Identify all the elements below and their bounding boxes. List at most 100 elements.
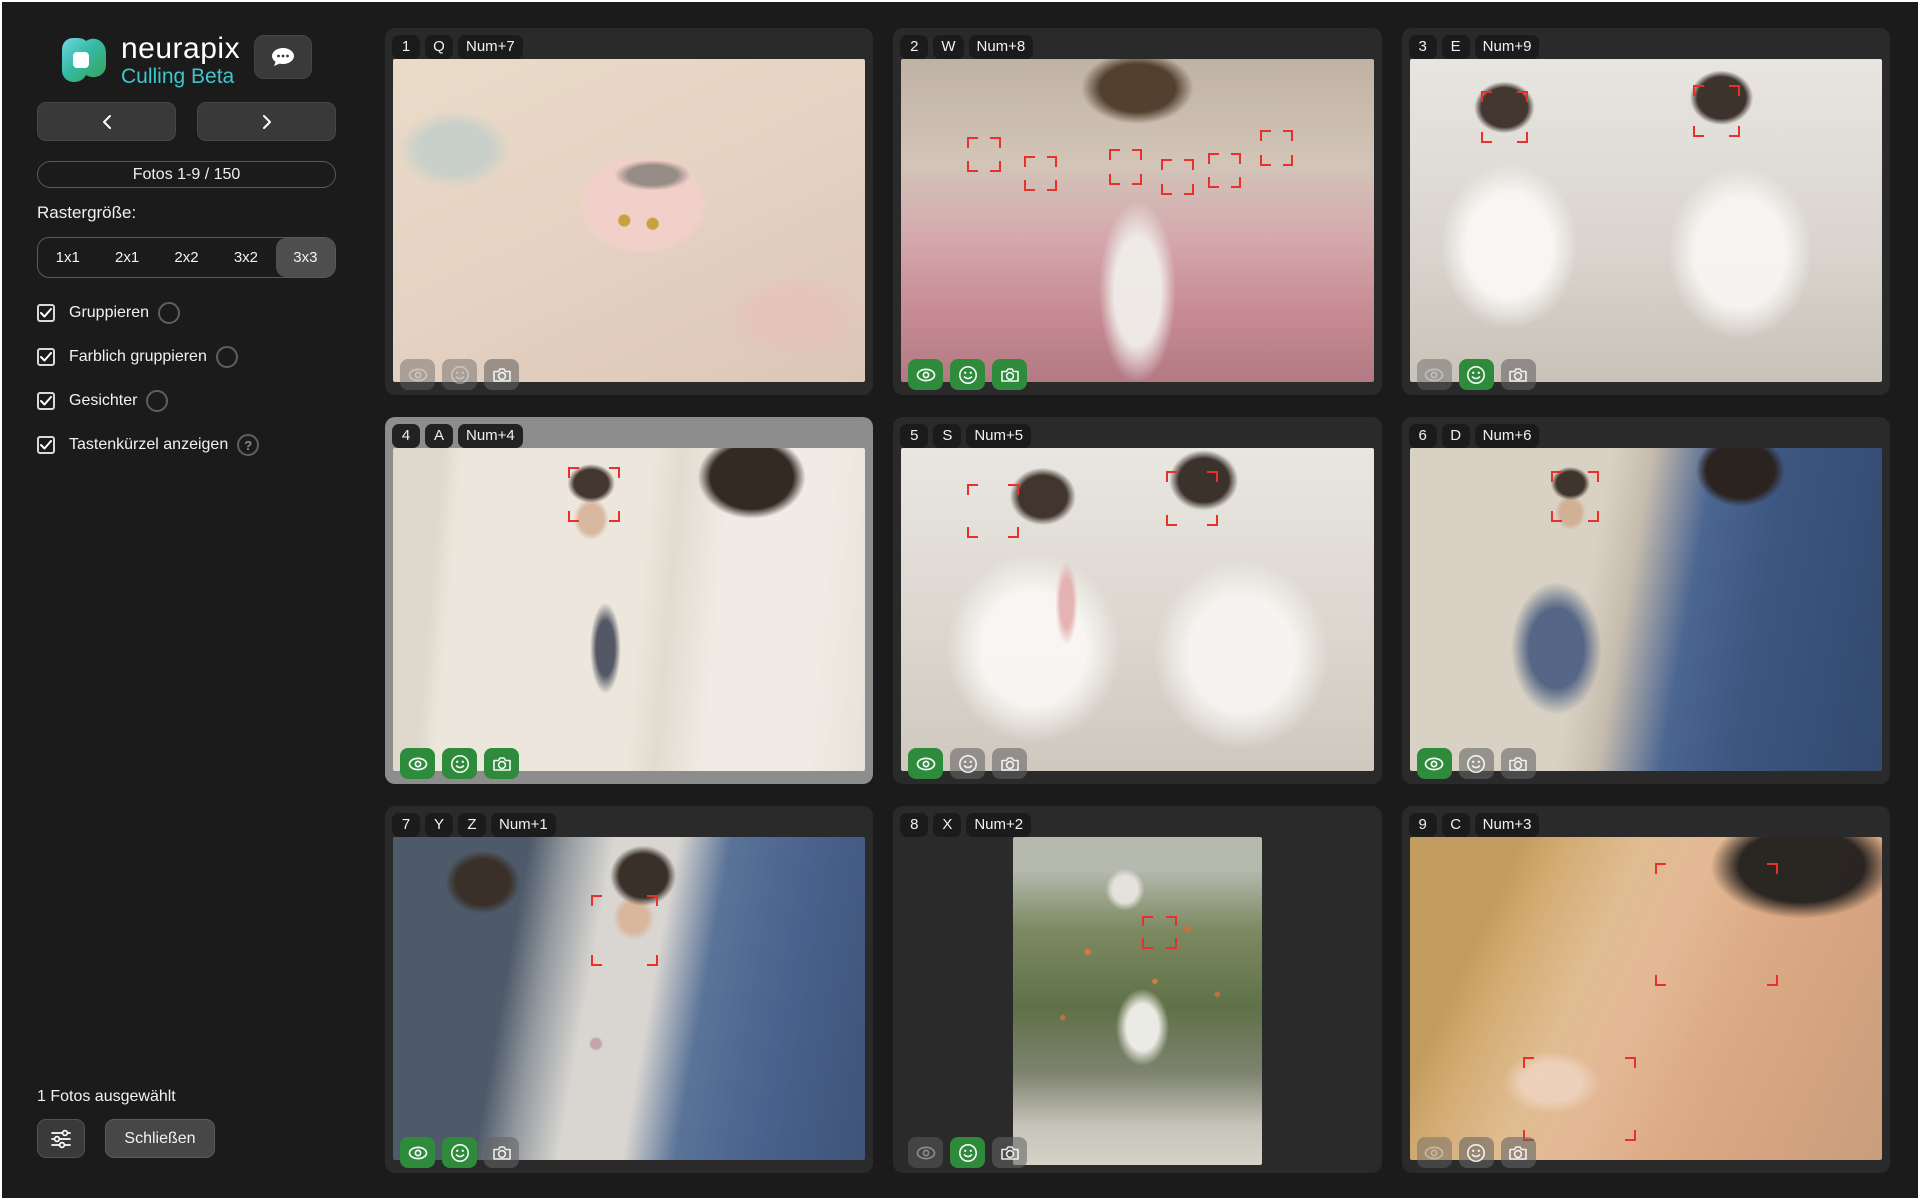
seen-toggle-button[interactable] <box>400 359 435 390</box>
faces-ok-toggle-button[interactable] <box>950 1137 985 1168</box>
camera-icon <box>999 365 1021 384</box>
shortcut-badge: 4 <box>392 424 420 448</box>
technical-ok-toggle-button[interactable] <box>1501 1137 1536 1168</box>
photo-card[interactable]: 9CNum+3 <box>1402 806 1890 1173</box>
next-page-button[interactable] <box>197 102 336 141</box>
checkbox[interactable] <box>37 436 55 454</box>
faces-ok-toggle-button[interactable] <box>442 359 477 390</box>
shortcut-badge: Z <box>458 813 486 837</box>
technical-ok-toggle-button[interactable] <box>484 748 519 779</box>
shortcut-badges: 5SNum+5 <box>900 424 1031 448</box>
previous-page-button[interactable] <box>37 102 176 141</box>
technical-ok-toggle-button[interactable] <box>1501 359 1536 390</box>
photo-card[interactable]: 3ENum+9 <box>1402 28 1890 395</box>
camera-icon <box>999 1143 1021 1162</box>
shortcut-badge: Num+6 <box>1475 424 1540 448</box>
shortcut-badge: Num+4 <box>458 424 523 448</box>
shortcut-badge: Num+8 <box>969 35 1034 59</box>
seen-toggle-button[interactable] <box>1417 359 1452 390</box>
technical-ok-toggle-button[interactable] <box>484 359 519 390</box>
checkbox-row[interactable]: Farblich gruppieren <box>37 346 259 368</box>
help-icon[interactable] <box>158 302 180 324</box>
shortcut-badge: 2 <box>900 35 928 59</box>
faces-ok-toggle-button[interactable] <box>442 748 477 779</box>
technical-ok-toggle-button[interactable] <box>484 1137 519 1168</box>
photo-thumbnail[interactable] <box>1013 837 1262 1165</box>
settings-button[interactable] <box>37 1119 85 1158</box>
checkbox[interactable] <box>37 348 55 366</box>
technical-ok-toggle-button[interactable] <box>992 748 1027 779</box>
rating-actions <box>1417 1137 1536 1168</box>
seen-toggle-button[interactable] <box>400 1137 435 1168</box>
faces-ok-toggle-button[interactable] <box>950 748 985 779</box>
checkbox[interactable] <box>37 304 55 322</box>
grid-size-switcher: 1x12x12x23x23x3 <box>37 237 336 278</box>
shortcut-badges: 6DNum+6 <box>1409 424 1540 448</box>
smiley-icon <box>958 754 978 774</box>
close-button[interactable]: Schließen <box>105 1119 215 1158</box>
technical-ok-toggle-button[interactable] <box>1501 748 1536 779</box>
technical-ok-toggle-button[interactable] <box>992 1137 1027 1168</box>
photo-card[interactable]: 6DNum+6 <box>1402 417 1890 784</box>
camera-icon <box>1507 365 1529 384</box>
photo-thumbnail[interactable] <box>393 59 865 382</box>
faces-ok-toggle-button[interactable] <box>442 1137 477 1168</box>
face-detection-box <box>1523 1057 1636 1141</box>
seen-toggle-button[interactable] <box>1417 748 1452 779</box>
photo-thumbnail[interactable] <box>1410 837 1882 1160</box>
camera-icon <box>491 1143 513 1162</box>
photo-thumbnail[interactable] <box>1410 59 1882 382</box>
photo-card[interactable]: 7YZNum+1 <box>385 806 873 1173</box>
help-icon[interactable] <box>146 390 168 412</box>
grid-size-button[interactable]: 2x1 <box>97 238 156 277</box>
photo-thumbnail[interactable] <box>1410 448 1882 771</box>
photo-card[interactable]: 8XNum+2 <box>893 806 1381 1173</box>
seen-toggle-button[interactable] <box>908 359 943 390</box>
checkbox-row[interactable]: Gruppieren <box>37 302 259 324</box>
shortcut-badge: X <box>933 813 961 837</box>
grid-size-button[interactable]: 3x2 <box>216 238 275 277</box>
checkbox-row[interactable]: Gesichter <box>37 390 259 412</box>
photo-card[interactable]: 2WNum+8 <box>893 28 1381 395</box>
grid-size-button[interactable]: 1x1 <box>38 238 97 277</box>
face-detection-box <box>1551 471 1598 523</box>
shortcut-badge: Y <box>425 813 453 837</box>
shortcut-badge: 6 <box>1409 424 1437 448</box>
checkmark-icon <box>40 396 52 406</box>
checkbox-row[interactable]: Tastenkürzel anzeigen ? <box>37 434 259 456</box>
seen-toggle-button[interactable] <box>1417 1137 1452 1168</box>
feedback-chat-button[interactable] <box>254 35 312 79</box>
checkbox[interactable] <box>37 392 55 410</box>
technical-ok-toggle-button[interactable] <box>992 359 1027 390</box>
shortcut-badge: Num+2 <box>966 813 1031 837</box>
seen-toggle-button[interactable] <box>908 1137 943 1168</box>
grid-size-label: Rastergröße: <box>37 203 136 223</box>
photo-card[interactable]: 1QNum+7 <box>385 28 873 395</box>
shortcut-badge: Num+3 <box>1475 813 1540 837</box>
faces-ok-toggle-button[interactable] <box>950 359 985 390</box>
checkmark-icon <box>40 352 52 362</box>
help-icon[interactable]: ? <box>237 434 259 456</box>
faces-ok-toggle-button[interactable] <box>1459 1137 1494 1168</box>
photo-thumbnail[interactable] <box>393 448 865 771</box>
photo-card[interactable]: 4ANum+4 <box>385 417 873 784</box>
help-icon[interactable] <box>216 346 238 368</box>
eye-icon <box>915 366 937 384</box>
photo-card[interactable]: 5SNum+5 <box>893 417 1381 784</box>
grid-size-button[interactable]: 2x2 <box>157 238 216 277</box>
shortcut-badge: Num+5 <box>966 424 1031 448</box>
seen-toggle-button[interactable] <box>908 748 943 779</box>
selected-count: 1 Fotos ausgewählt <box>37 1088 176 1106</box>
faces-ok-toggle-button[interactable] <box>1459 748 1494 779</box>
photo-thumbnail[interactable] <box>393 837 865 1160</box>
grid-size-button[interactable]: 3x3 <box>276 238 335 277</box>
photo-thumbnail[interactable] <box>901 448 1373 771</box>
rating-actions <box>400 1137 519 1168</box>
shortcut-badge: 3 <box>1409 35 1437 59</box>
smiley-icon <box>1466 365 1486 385</box>
seen-toggle-button[interactable] <box>400 748 435 779</box>
faces-ok-toggle-button[interactable] <box>1459 359 1494 390</box>
photo-thumbnail[interactable] <box>901 59 1373 382</box>
camera-icon <box>999 754 1021 773</box>
sliders-icon <box>49 1128 73 1150</box>
